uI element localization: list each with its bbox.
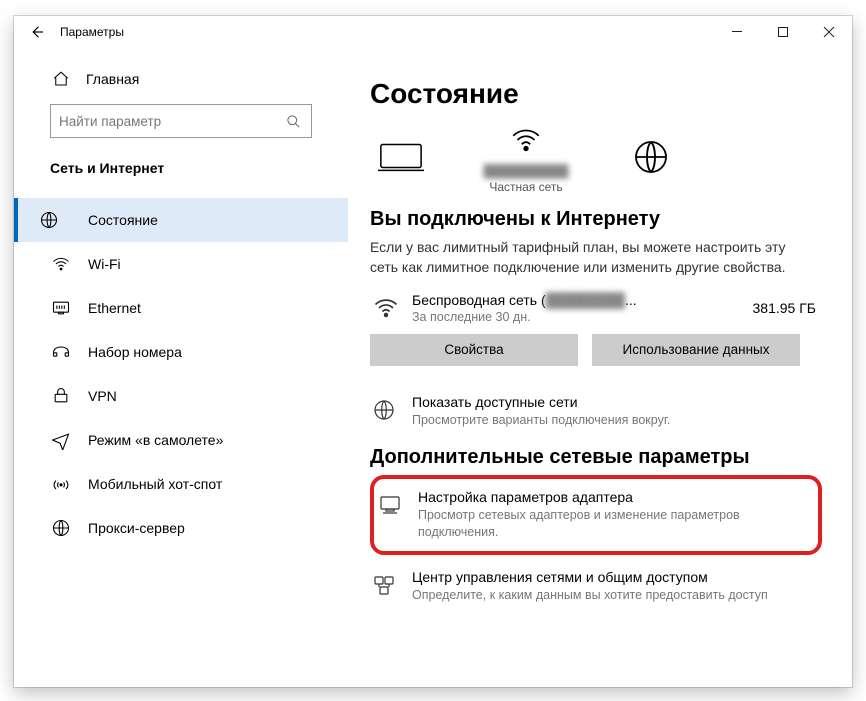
search-input[interactable]: Найти параметр (50, 104, 312, 138)
nav-status[interactable]: Состояние (14, 198, 348, 242)
nav-proxy[interactable]: Прокси-сервер (14, 506, 348, 550)
show-networks-link[interactable]: Показать доступные сети Просмотрите вари… (370, 394, 810, 429)
show-networks-title: Показать доступные сети (412, 394, 670, 410)
main-area: Главная Найти параметр Сеть и Интернет (14, 48, 852, 687)
home-icon (50, 68, 72, 90)
search-icon (283, 111, 303, 131)
wifi-icon (50, 253, 72, 275)
settings-window: Параметры Главная (14, 16, 852, 687)
adapter-settings-highlight: Настройка параметров адаптера Просмотр с… (370, 475, 822, 555)
status-icon (38, 209, 60, 231)
content-pane[interactable]: Состояние ██████████ Частная сеть (348, 48, 852, 687)
adapter-icon (376, 491, 404, 519)
home-link[interactable]: Главная (50, 68, 312, 90)
nav-vpn[interactable]: VPN (14, 374, 348, 418)
ethernet-icon (50, 297, 72, 319)
nav-label: Мобильный хот-спот (88, 476, 222, 492)
nav-label: Состояние (88, 212, 158, 228)
network-usage-row: Беспроводная сеть (████████... За послед… (370, 292, 842, 324)
nav-label: Ethernet (88, 300, 141, 316)
advanced-heading: Дополнительные сетевые параметры (370, 446, 842, 469)
properties-button[interactable]: Свойства (370, 334, 578, 366)
connected-heading: Вы подключены к Интернету (370, 208, 842, 231)
nav-label: Набор номера (88, 344, 182, 360)
sharing-title: Центр управления сетями и общим доступом (412, 569, 768, 585)
nav-label: Режим «в самолете» (88, 432, 223, 448)
minimize-icon (731, 26, 743, 38)
adapter-settings-link[interactable]: Настройка параметров адаптера Просмотр с… (376, 489, 810, 541)
minimize-button[interactable] (714, 16, 760, 48)
sidebar-group-title: Сеть и Интернет (50, 160, 312, 176)
net-period: За последние 30 дн. (412, 310, 753, 324)
nav-ethernet[interactable]: Ethernet (14, 286, 348, 330)
arrow-left-icon (28, 23, 46, 41)
dialup-icon (50, 341, 72, 363)
pc-icon (374, 137, 428, 177)
window-controls (714, 16, 852, 48)
network-diagram: ██████████ Частная сеть (370, 120, 842, 194)
sharing-desc: Определите, к каким данным вы хотите пре… (412, 587, 768, 604)
nav-dialup[interactable]: Набор номера (14, 330, 348, 374)
wifi-small-icon (370, 292, 402, 324)
wifi-diagram-icon (499, 120, 553, 160)
adapter-desc: Просмотр сетевых адаптеров и изменение п… (418, 507, 810, 541)
back-button[interactable] (14, 16, 60, 48)
sharing-icon (370, 571, 398, 599)
connected-body: Если у вас лимитный тарифный план, вы мо… (370, 237, 800, 278)
airplane-icon (50, 429, 72, 451)
close-button[interactable] (806, 16, 852, 48)
data-usage-button[interactable]: Использование данных (592, 334, 800, 366)
nav-airplane[interactable]: Режим «в самолете» (14, 418, 348, 462)
globe-small-icon (370, 396, 398, 424)
title-bar: Параметры (14, 16, 852, 48)
globe-icon (624, 137, 678, 177)
search-placeholder: Найти параметр (59, 114, 161, 129)
nav-list: Состояние Wi-Fi Et (14, 198, 348, 550)
window-title: Параметры (60, 25, 124, 39)
net-name-line: Беспроводная сеть (████████... (412, 292, 753, 308)
data-usage: 381.95 ГБ (753, 300, 816, 316)
sidebar: Главная Найти параметр Сеть и Интернет (14, 48, 348, 687)
nav-wifi[interactable]: Wi-Fi (14, 242, 348, 286)
vpn-icon (50, 385, 72, 407)
nav-label: Wi-Fi (88, 256, 121, 272)
sharing-center-link[interactable]: Центр управления сетями и общим доступом… (370, 569, 810, 604)
button-row: Свойства Использование данных (370, 334, 842, 366)
show-networks-desc: Просмотрите варианты подключения вокруг. (412, 412, 670, 429)
page-title: Состояние (370, 78, 842, 110)
home-label: Главная (86, 71, 139, 87)
hotspot-icon (50, 473, 72, 495)
nav-label: Прокси-сервер (88, 520, 185, 536)
maximize-button[interactable] (760, 16, 806, 48)
maximize-icon (777, 26, 789, 38)
network-type: Частная сеть (489, 180, 562, 194)
adapter-title: Настройка параметров адаптера (418, 489, 810, 505)
nav-label: VPN (88, 388, 117, 404)
close-icon (823, 26, 835, 38)
proxy-icon (50, 517, 72, 539)
network-name: ██████████ (483, 164, 568, 178)
nav-hotspot[interactable]: Мобильный хот-спот (14, 462, 348, 506)
